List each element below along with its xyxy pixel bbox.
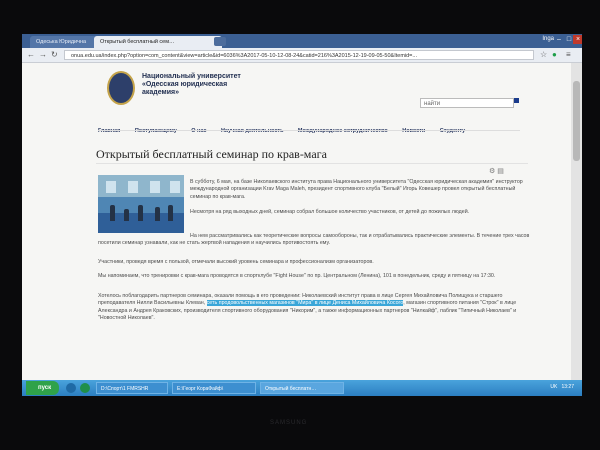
nav-divider bbox=[98, 130, 520, 131]
browser-toolbar: ← → ↻ onua.edu.ua/index.php?option=com_c… bbox=[22, 48, 582, 63]
nav-item-research[interactable]: Научная деятельность bbox=[221, 126, 284, 136]
start-button[interactable]: пуск bbox=[26, 381, 60, 395]
browser-tab[interactable]: Одеська Юридична bbox=[30, 36, 102, 48]
monitor-brand-logo: SAMSUNG bbox=[270, 420, 308, 426]
address-bar[interactable]: onua.edu.ua/index.php?option=com_content… bbox=[64, 50, 534, 60]
article-paragraph-6: Хотелось поблагодарить партнеров семинар… bbox=[98, 293, 530, 322]
browser-tab-strip: Одеська Юридична Открытый бесплатный сем… bbox=[22, 34, 582, 48]
windows-taskbar: пуск D:\Спорт\1 FMRSHR E:\Георг КораФайф… bbox=[22, 380, 582, 396]
gear-icon[interactable]: ⚙ bbox=[489, 168, 495, 175]
close-icon[interactable]: × bbox=[573, 35, 582, 44]
minimize-icon[interactable]: – bbox=[554, 35, 564, 44]
scrollbar-thumb[interactable] bbox=[573, 81, 580, 161]
quicklaunch-icon[interactable] bbox=[80, 383, 90, 393]
university-name: Национальный университет «Одесская юриди… bbox=[142, 73, 241, 96]
menu-icon[interactable]: ≡ bbox=[566, 50, 571, 60]
browser-tab-active[interactable]: Открытый бесплатный сем… bbox=[94, 36, 222, 48]
user-badge: Inga bbox=[542, 36, 554, 42]
main-navigation: Главная Поступающему О нас Научная деяте… bbox=[98, 119, 475, 134]
article-paragraph-1: В субботу, 6 мая, на базе Николаевского … bbox=[190, 179, 523, 200]
language-indicator[interactable]: UK bbox=[550, 384, 557, 390]
article-title: Открытый бесплатный семинар по крав-мага bbox=[96, 147, 327, 161]
new-tab-button[interactable] bbox=[214, 37, 226, 46]
star-icon[interactable]: ☆ bbox=[540, 50, 547, 60]
nav-item-international[interactable]: Международное сотрудничество bbox=[298, 126, 388, 136]
extension-icon[interactable]: ● bbox=[552, 50, 557, 60]
nav-item-about[interactable]: О нас bbox=[191, 126, 206, 136]
taskbar-item[interactable]: D:\Спорт\1 FMRSHR bbox=[96, 382, 168, 394]
nav-item-news[interactable]: Новости bbox=[402, 126, 425, 136]
ie-icon[interactable] bbox=[66, 383, 76, 393]
system-tray: UK 13:27 bbox=[550, 384, 574, 390]
clock[interactable]: 13:27 bbox=[561, 384, 574, 390]
forward-arrow-icon[interactable]: → bbox=[39, 50, 47, 60]
nav-item-home[interactable]: Главная bbox=[98, 126, 120, 136]
article-photo bbox=[98, 175, 184, 233]
page-scrollbar[interactable] bbox=[571, 63, 582, 380]
article-paragraph-2: Несмотря на ряд выходных дней, семинар с… bbox=[190, 209, 470, 215]
reload-icon[interactable]: ↻ bbox=[51, 50, 58, 60]
monitor-screen: Одеська Юридична Открытый бесплатный сем… bbox=[22, 34, 582, 396]
selected-text-highlight[interactable]: сеть продовольственных магазинов "Мира" … bbox=[206, 300, 404, 307]
title-divider bbox=[96, 163, 528, 164]
nav-item-applicants[interactable]: Поступающему bbox=[135, 126, 177, 136]
print-icon[interactable]: ▤ bbox=[497, 168, 504, 175]
article-paragraph-4: Участники, проведя время с пользой, отме… bbox=[98, 259, 374, 265]
taskbar-item-active[interactable]: Открытый бесплатн… bbox=[260, 382, 344, 394]
search-input[interactable]: найти bbox=[420, 98, 514, 108]
article-paragraph-5: Мы напоминаем, что тренировки с крав-маг… bbox=[98, 273, 496, 279]
article-paragraph-3: На нем рассматривались как теоретические… bbox=[98, 233, 530, 247]
back-arrow-icon[interactable]: ← bbox=[27, 50, 35, 60]
university-logo bbox=[107, 71, 135, 105]
article-tools: ⚙ ▤ bbox=[489, 167, 504, 175]
web-page: Национальный университет «Одесская юриди… bbox=[22, 63, 571, 380]
nav-item-students[interactable]: Студенту bbox=[440, 126, 466, 136]
taskbar-item[interactable]: E:\Георг КораФайф\ bbox=[172, 382, 256, 394]
